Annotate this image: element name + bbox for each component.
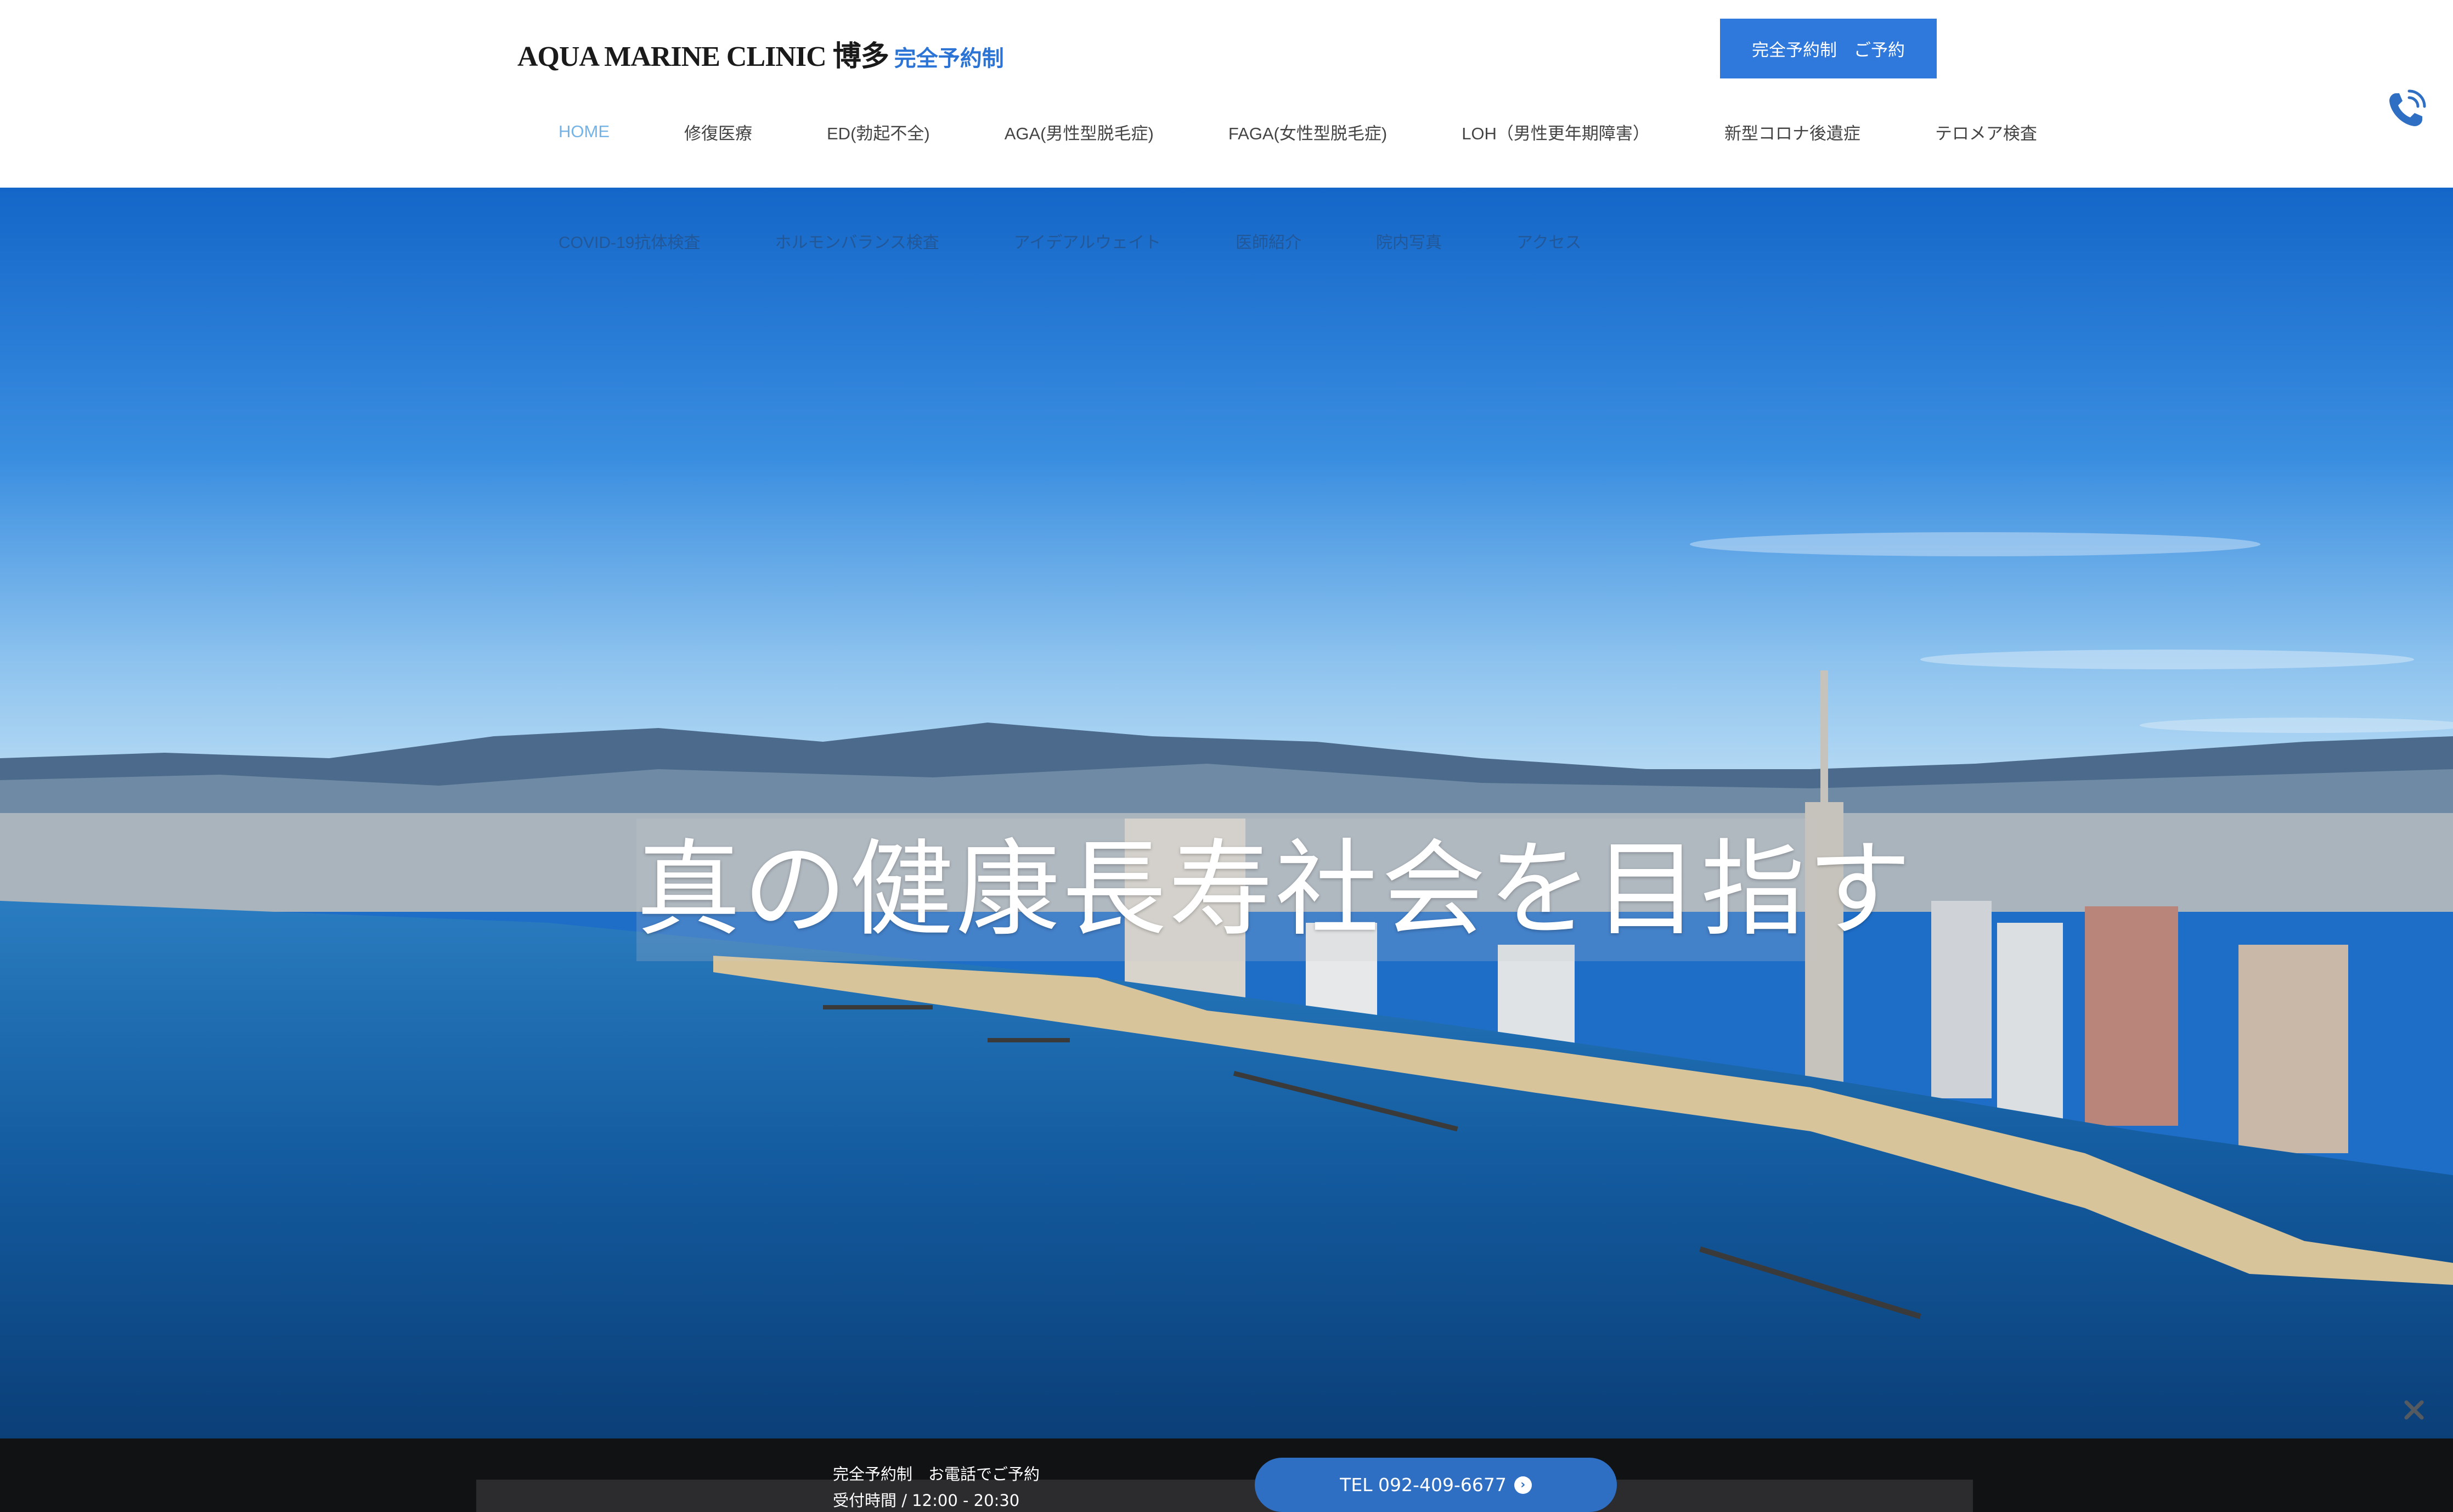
- secondary-nav: COVID-19抗体検査 ホルモンバランス検査 アイデアルウェイト 医師紹介 院…: [549, 224, 1646, 257]
- nav-item-access[interactable]: アクセス: [1507, 227, 1592, 255]
- nav-item-ed[interactable]: ED(勃起不全): [817, 117, 940, 146]
- nav-item-doctors[interactable]: 医師紹介: [1226, 227, 1311, 255]
- nav-item-covid-aftereffects[interactable]: 新型コロナ後遺症: [1715, 117, 1870, 146]
- nav-item-ideal-weight[interactable]: アイデアルウェイト: [1004, 227, 1171, 255]
- logo-main-text: AQUA MARINE CLINIC 博多: [517, 41, 889, 72]
- reserve-button[interactable]: 完全予約制 ご予約: [1720, 19, 1937, 78]
- nav-item-aga[interactable]: AGA(男性型脱毛症): [995, 117, 1164, 146]
- nav-item-loh[interactable]: LOH（男性更年期障害）: [1452, 117, 1660, 146]
- chevron-right-icon: ›: [1514, 1476, 1532, 1494]
- logo-sub-text: 完全予約制: [894, 46, 1004, 71]
- nav-item-covid-antibody[interactable]: COVID-19抗体検査: [549, 227, 710, 255]
- reception-hours: 受付時間 / 12:00 - 20:30: [833, 1491, 1020, 1510]
- nav-item-hormone-balance[interactable]: ホルモンバランス検査: [765, 227, 949, 255]
- reservation-note: 完全予約制 お電話でご予約: [833, 1465, 1040, 1483]
- site-logo[interactable]: AQUA MARINE CLINIC 博多 完全予約制: [517, 33, 1004, 72]
- tel-button[interactable]: TEL 092-409-6677 ›: [1255, 1458, 1617, 1512]
- close-icon[interactable]: [2398, 1393, 2431, 1426]
- nav-item-clinic-photos[interactable]: 院内写真: [1366, 227, 1452, 255]
- reservation-bar-panel: [476, 1480, 1973, 1512]
- hero-banner: 真の健康長寿社会を目指す: [0, 188, 2453, 1438]
- tel-button-label: TEL 092-409-6677: [1340, 1474, 1507, 1496]
- nav-item-home[interactable]: HOME: [549, 120, 619, 144]
- reservation-bar: 完全予約制 お電話でご予約 受付時間 / 12:00 - 20:30 TEL 0…: [0, 1438, 2453, 1512]
- site-header: AQUA MARINE CLINIC 博多 完全予約制 完全予約制 ご予約 HO…: [0, 0, 2453, 188]
- hero-background-image: [0, 188, 2453, 1438]
- main-nav: HOME 修復医療 ED(勃起不全) AGA(男性型脱毛症) FAGA(女性型脱…: [549, 115, 2102, 148]
- hero-title: 真の健康長寿社会を目指す: [636, 829, 1914, 950]
- nav-item-telomere[interactable]: テロメア検査: [1925, 117, 2047, 146]
- phone-icon[interactable]: [2384, 88, 2428, 132]
- nav-item-repair-medicine[interactable]: 修復医療: [674, 117, 762, 146]
- nav-item-faga[interactable]: FAGA(女性型脱毛症): [1219, 117, 1397, 146]
